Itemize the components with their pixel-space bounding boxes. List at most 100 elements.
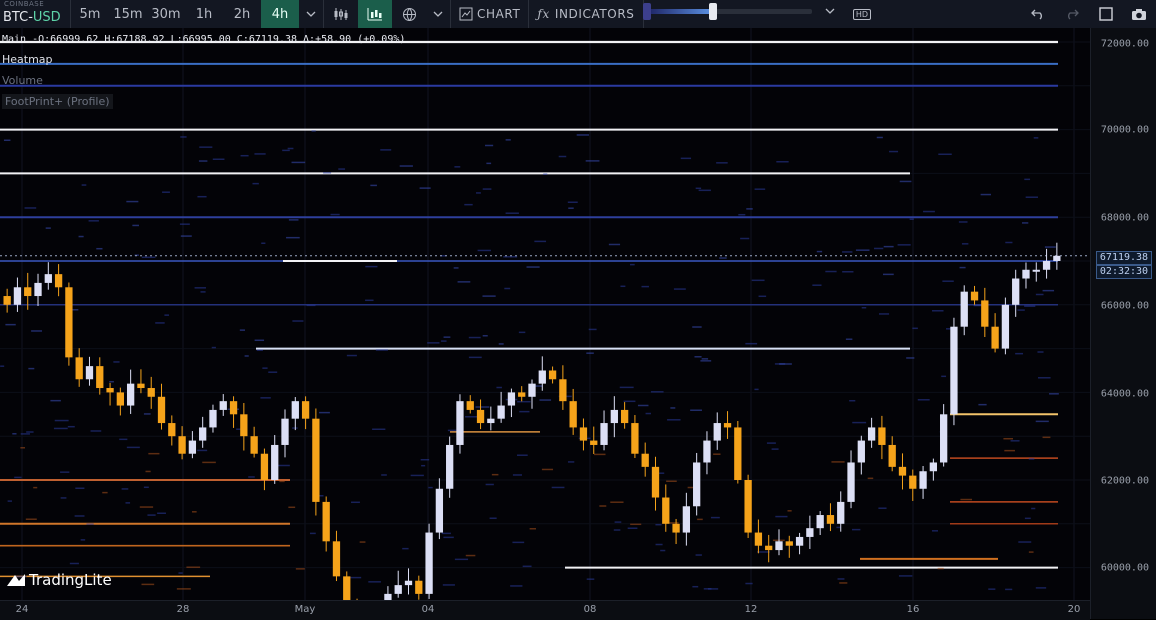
heatmap-cell: [309, 532, 316, 535]
heatmap-cell: [318, 411, 330, 414]
timeframe-2h[interactable]: 2h: [223, 0, 261, 28]
heatmap-cell: [692, 585, 699, 588]
heatmap-cell: [505, 139, 511, 141]
legend-heatmap[interactable]: Heatmap: [2, 53, 405, 66]
indicators-button[interactable]: ƒx INDICATORS: [529, 0, 642, 28]
heatmap-cell: [447, 429, 457, 432]
heatmap-cell: [279, 480, 285, 483]
heatmap-cell: [738, 213, 746, 216]
candle-body: [950, 326, 958, 415]
heatmap-cell: [534, 240, 547, 243]
heatmap-cell: [0, 365, 5, 367]
heatmap-cell: [517, 400, 531, 403]
candle-style-button[interactable]: [324, 0, 358, 28]
heatmap-cell: [147, 514, 156, 516]
timeframe-dropdown[interactable]: [299, 0, 323, 28]
heatmap-cell: [1035, 293, 1044, 296]
candle-body: [837, 501, 845, 524]
heatmap-cell: [485, 144, 494, 147]
heatmap-cell: [716, 162, 728, 164]
redo-button[interactable]: [1058, 0, 1086, 28]
heatmap-cell: [31, 330, 43, 332]
legend-footprint[interactable]: FootPrint+ (Profile): [2, 94, 113, 109]
chart-area[interactable]: Main -O:66999.62 H:67188.92 L:66995.00 C…: [0, 28, 1090, 600]
heatmap-cell: [1042, 289, 1055, 292]
function-icon: ƒx: [537, 7, 550, 21]
heatmap-cell: [758, 295, 767, 298]
timeframe-15m[interactable]: 15m: [109, 0, 147, 28]
chevron-down-icon[interactable]: [825, 8, 835, 14]
heatmap-cell: [288, 219, 299, 221]
heatmap-cell: [599, 505, 607, 507]
heatmap-cell: [594, 453, 606, 456]
heatmap-cell: [180, 136, 187, 138]
candle-body: [260, 453, 269, 480]
slider-handle-left[interactable]: [643, 3, 651, 20]
globe-dropdown[interactable]: [426, 0, 450, 28]
heatmap-cell: [825, 270, 837, 273]
time-label: 04: [421, 604, 435, 615]
slider-handle-right[interactable]: [709, 3, 717, 20]
legend-volume[interactable]: Volume: [2, 74, 405, 87]
heatmap-cell: [288, 506, 296, 509]
heatmap-cell: [874, 247, 884, 250]
heatmap-cell: [443, 536, 454, 539]
globe-button[interactable]: [392, 0, 426, 28]
chart-settings-button[interactable]: CHART: [451, 0, 528, 28]
heatmap-cell: [121, 488, 129, 490]
hd-toggle[interactable]: HD: [850, 0, 874, 28]
heatmap-cell: [878, 507, 887, 509]
undo-button[interactable]: [1024, 0, 1052, 28]
timeframe-30m[interactable]: 30m: [147, 0, 185, 28]
heatmap-cell: [176, 588, 191, 590]
heatmap-intensity-slider[interactable]: [640, 0, 840, 28]
heatmap-cell: [667, 419, 681, 421]
candle-body: [775, 541, 783, 551]
heatmap-cell: [74, 515, 85, 517]
heatmap-cell: [14, 476, 22, 479]
screenshot-button[interactable]: [1126, 0, 1152, 28]
heatmap-cell: [179, 223, 190, 225]
heatmap-cell: [1024, 517, 1031, 520]
heatmap-cell: [680, 157, 692, 160]
heatmap-cell: [766, 442, 776, 444]
heatmap-cell: [145, 470, 151, 473]
top-toolbar: COINBASE BTC-USD 5m 15m 30m 1h 2h 4h CHA…: [0, 0, 1156, 29]
heatmap-cell: [1031, 507, 1036, 510]
candle-body: [106, 388, 114, 393]
heatmap-cell: [102, 491, 108, 494]
heatmap-cell: [162, 191, 170, 193]
heatmap-cell: [489, 517, 497, 519]
heatmap-cell: [1044, 246, 1056, 248]
heatmap-cell: [260, 397, 271, 399]
chevron-down-icon: [433, 11, 443, 17]
timeframe-4h[interactable]: 4h: [261, 0, 299, 28]
price-axis[interactable]: 72000.00 70000.00 68000.00 66000.00 6400…: [1090, 28, 1156, 619]
heatmap-cell: [845, 338, 853, 340]
heatmap-cell: [988, 588, 996, 590]
time-label: 20: [1067, 604, 1081, 615]
heatmap-cell: [942, 280, 954, 282]
chart-legend: Main -O:66999.62 H:67188.92 L:66995.00 C…: [2, 34, 405, 109]
heatmap-cell: [80, 539, 86, 541]
indicators-label: INDICATORS: [554, 7, 635, 21]
heatmap-cell: [932, 310, 944, 312]
heatmap-cell: [7, 500, 12, 502]
timeframe-1h[interactable]: 1h: [185, 0, 223, 28]
heatmap-cell: [496, 386, 502, 389]
heatmap-cell: [240, 154, 249, 157]
time-label: 28: [176, 604, 190, 615]
fullscreen-button[interactable]: [1094, 0, 1118, 28]
candle-body: [693, 462, 701, 507]
time-axis[interactable]: 24 28 May 04 08 12 16 20: [0, 600, 1090, 620]
heatmap-cell: [346, 354, 357, 357]
heatmap-candle-button[interactable]: [358, 0, 392, 28]
candle-body: [898, 466, 907, 476]
candle-body: [3, 296, 11, 305]
heatmap-cell: [878, 313, 890, 315]
timeframe-5m[interactable]: 5m: [71, 0, 109, 28]
candle-body: [765, 545, 773, 551]
candle-body: [219, 401, 227, 410]
candle-body: [981, 300, 989, 327]
symbol-selector[interactable]: COINBASE BTC-USD: [0, 0, 71, 28]
